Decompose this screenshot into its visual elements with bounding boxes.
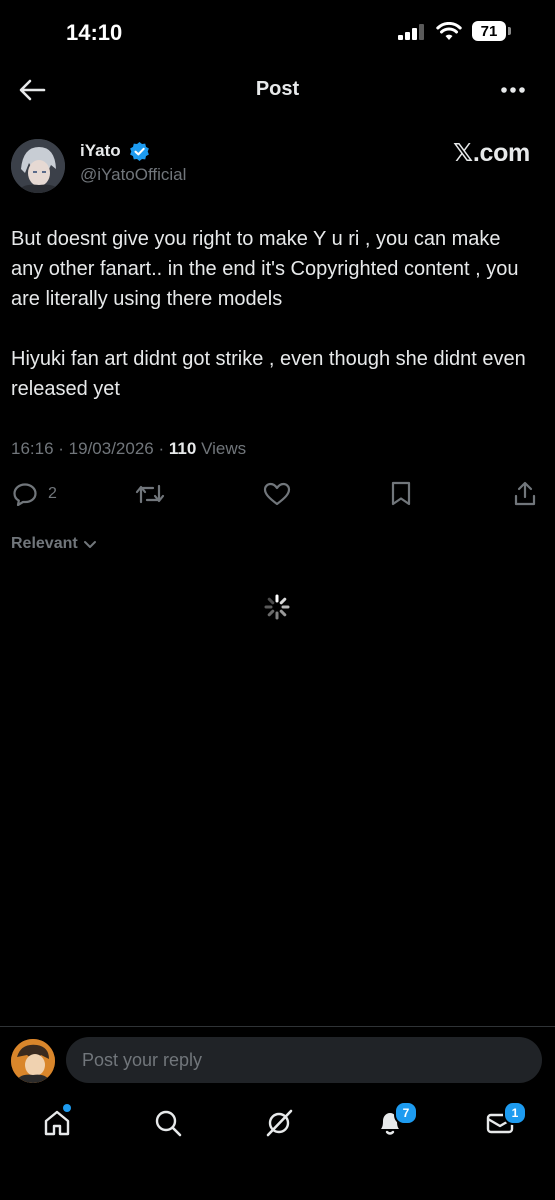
spinner-icon bbox=[264, 594, 290, 620]
chevron-down-icon bbox=[83, 541, 96, 548]
tab-notifications[interactable]: 7 bbox=[375, 1101, 418, 1138]
my-avatar[interactable] bbox=[11, 1039, 55, 1083]
composer-divider bbox=[0, 1026, 555, 1027]
more-icon[interactable] bbox=[500, 86, 526, 94]
sort-label: Relevant bbox=[11, 535, 78, 552]
cellular-signal-icon bbox=[398, 24, 424, 40]
messages-badge: 1 bbox=[503, 1101, 527, 1125]
author-avatar[interactable] bbox=[11, 139, 65, 193]
reply-count: 2 bbox=[48, 485, 57, 502]
tab-home[interactable] bbox=[42, 1104, 72, 1138]
reply-input[interactable] bbox=[66, 1037, 542, 1083]
post-meta: 16:16 · 19/03/2026 · 110 Views bbox=[11, 439, 246, 459]
repost-icon bbox=[135, 484, 165, 504]
bookmark-button[interactable] bbox=[390, 481, 412, 507]
repost-button[interactable] bbox=[135, 481, 165, 507]
reply-button[interactable]: 2 bbox=[12, 481, 57, 507]
tab-grok[interactable] bbox=[264, 1108, 294, 1138]
share-button[interactable] bbox=[513, 481, 537, 507]
author-name[interactable]: iYato bbox=[80, 141, 121, 161]
tab-search[interactable] bbox=[153, 1108, 183, 1138]
grok-icon bbox=[266, 1109, 293, 1137]
battery-tip bbox=[508, 27, 511, 35]
notifications-badge: 7 bbox=[394, 1101, 418, 1125]
views-count[interactable]: 110 bbox=[169, 439, 196, 458]
reply-icon bbox=[13, 483, 37, 506]
status-time: 14:10 bbox=[66, 20, 123, 45]
wifi-icon bbox=[436, 22, 462, 40]
source-link[interactable]: 𝕏.com bbox=[453, 138, 530, 168]
status-bar: 14:10 71 bbox=[0, 0, 555, 70]
avatar-image bbox=[11, 139, 65, 193]
home-new-dot bbox=[63, 1104, 71, 1112]
tab-messages[interactable]: 1 bbox=[485, 1101, 527, 1138]
meta-separator: · bbox=[158, 439, 169, 458]
share-icon bbox=[514, 481, 536, 506]
author-handle[interactable]: @iYatoOfficial bbox=[80, 165, 186, 185]
post-paragraph: But doesnt give you right to make Y u ri… bbox=[11, 228, 519, 310]
search-icon bbox=[155, 1110, 182, 1137]
my-avatar-image bbox=[11, 1039, 55, 1083]
views-label: Views bbox=[201, 439, 247, 458]
verified-icon bbox=[130, 141, 149, 162]
replies-sort-dropdown[interactable]: Relevant bbox=[11, 535, 98, 553]
post-date: 19/03/2026 bbox=[68, 439, 154, 458]
bookmark-icon bbox=[391, 481, 411, 506]
battery-indicator: 71 bbox=[472, 21, 506, 41]
post-paragraph: Hiyuki fan art didnt got strike , even t… bbox=[11, 348, 526, 400]
post-time: 16:16 bbox=[11, 439, 54, 458]
like-icon bbox=[263, 482, 291, 506]
home-icon bbox=[44, 1110, 70, 1136]
post-body: But doesnt give you right to make Y u ri… bbox=[11, 224, 536, 404]
page-title: Post bbox=[255, 78, 300, 100]
like-button[interactable] bbox=[263, 481, 291, 507]
meta-separator: · bbox=[58, 439, 69, 458]
